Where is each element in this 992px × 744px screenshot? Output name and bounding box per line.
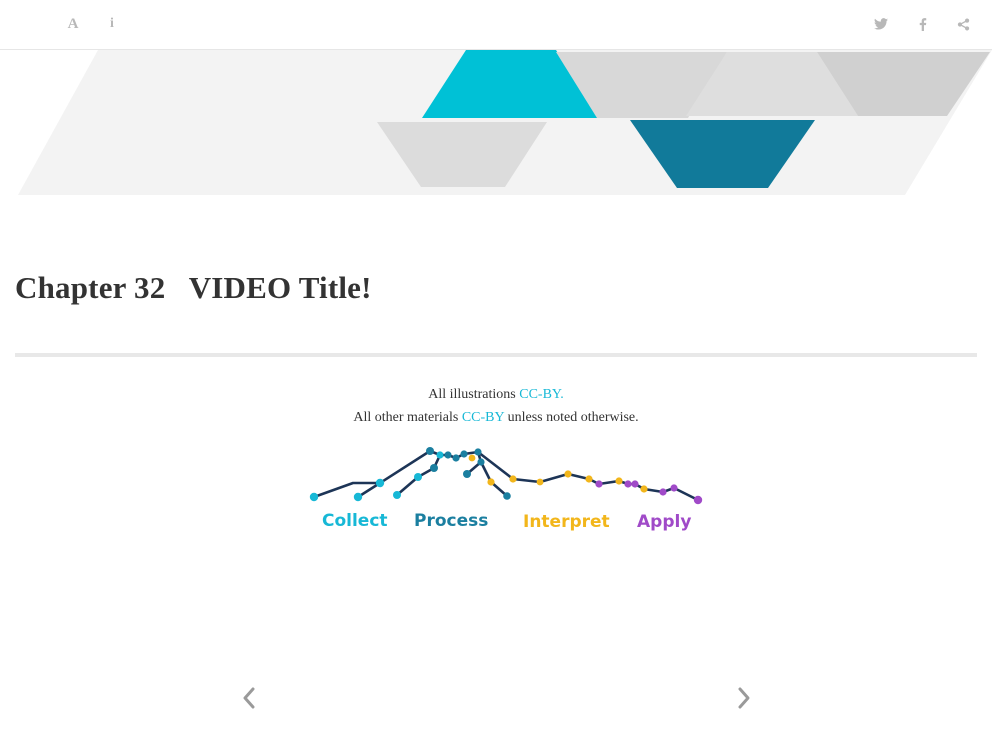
book-toolbar: A i — [0, 0, 992, 50]
data-cycle-logo: Collect Process Interpret Apply — [309, 447, 703, 532]
chevron-left-icon — [243, 687, 255, 709]
materials-license-text: All other materials — [353, 410, 462, 425]
illustrations-license-text: All illustrations — [428, 387, 520, 402]
logo-label-apply: Apply — [637, 512, 691, 532]
font-settings-button[interactable]: A — [62, 12, 84, 36]
font-icon: A — [67, 15, 79, 32]
chapter-banner — [18, 50, 992, 195]
twitter-icon — [874, 18, 888, 30]
title-divider — [15, 353, 977, 357]
illustrations-license: All illustrations CC-BY. — [0, 387, 992, 403]
materials-license: All other materials CC-BY unless noted o… — [0, 410, 992, 426]
share-button[interactable] — [952, 12, 974, 36]
chevron-right-icon — [738, 687, 750, 709]
logo-label-collect: Collect — [322, 511, 388, 531]
materials-license-suffix: unless noted otherwise. — [504, 410, 639, 425]
logo-dots-collect — [309, 451, 444, 502]
logo-label-process: Process — [414, 511, 488, 531]
logo-label-interpret: Interpret — [523, 512, 610, 532]
next-chapter-button[interactable] — [732, 683, 756, 713]
facebook-share-button[interactable] — [912, 12, 934, 36]
twitter-share-button[interactable] — [870, 12, 892, 36]
share-icon — [957, 18, 969, 30]
info-button[interactable]: i — [101, 12, 123, 36]
logo-dots-apply — [595, 480, 703, 505]
facebook-icon — [919, 17, 927, 31]
illustrations-license-link[interactable]: CC-BY. — [519, 387, 563, 402]
info-icon: i — [110, 16, 114, 31]
previous-chapter-button[interactable] — [237, 683, 261, 713]
chapter-title: Chapter 32 VIDEO Title! — [15, 270, 372, 305]
materials-license-link[interactable]: CC-BY — [462, 410, 504, 425]
